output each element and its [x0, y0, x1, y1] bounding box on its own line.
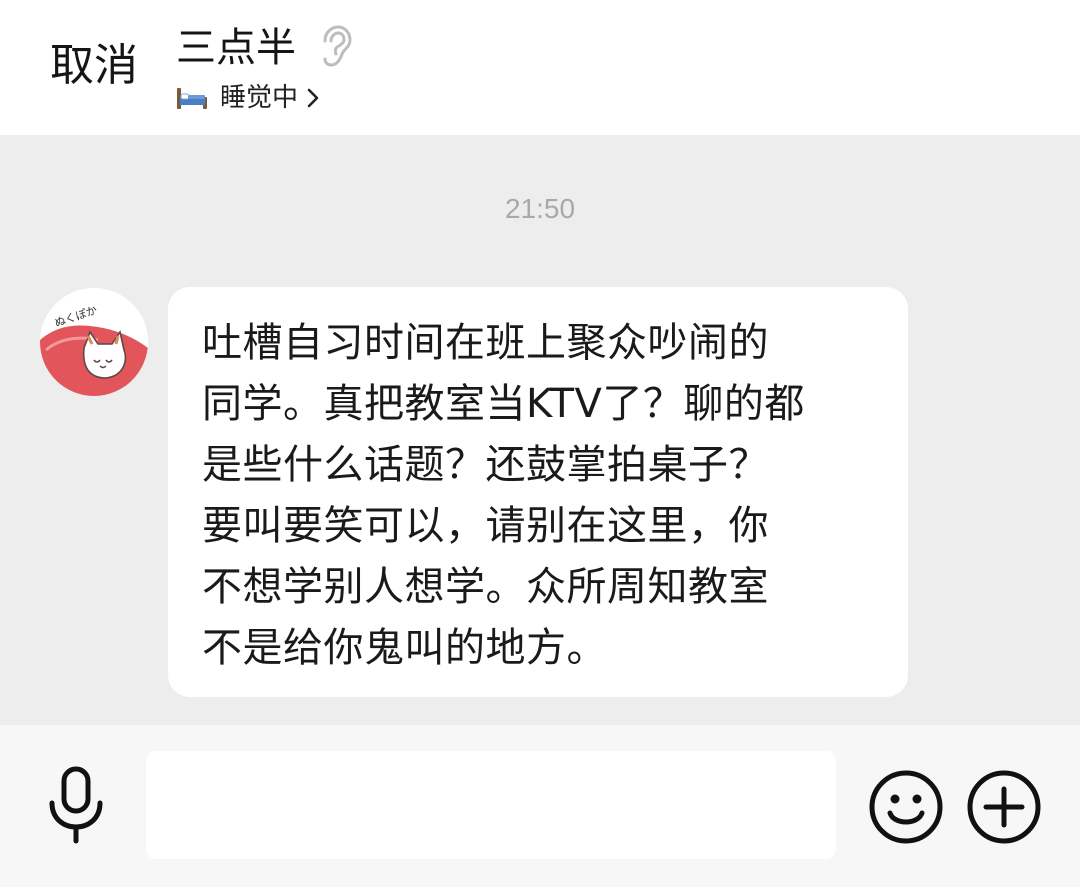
input-bar [0, 725, 1080, 887]
bed-icon [177, 88, 207, 109]
message-line: 不是给你鬼叫的地方。 [202, 625, 607, 671]
chat-header: 取消 三点半 睡觉中 [0, 0, 1080, 135]
contact-avatar[interactable]: ぬくぽか [40, 288, 148, 396]
contact-name: 三点半 [176, 25, 296, 71]
ear-icon [323, 25, 352, 67]
message-text: 吐槽自习时间在班上聚众吵闹的 同学。真把教室当KTV了？聊的都 是些什么话题？还… [202, 313, 862, 679]
message-line: 不想学别人想学。众所周知教室 [202, 564, 769, 610]
microphone-icon[interactable] [40, 765, 112, 845]
message-timestamp: 21:50 [504, 193, 576, 224]
message-bubble[interactable]: 吐槽自习时间在班上聚众吵闹的 同学。真把教室当KTV了？聊的都 是些什么话题？还… [168, 287, 908, 697]
chevron-right-icon [307, 88, 319, 108]
cat-sticker-avatar: ぬくぽか [40, 288, 148, 396]
smiley-icon[interactable] [868, 769, 944, 845]
message-line: 吐槽自习时间在班上聚众吵闹的 [202, 320, 769, 366]
message-line: 是些什么话题？还鼓掌拍桌子？ [202, 442, 769, 488]
chat-screen: 取消 三点半 睡觉中 21:50 ぬくぽか 吐槽自习时间在班上聚众吵闹的 同学。… [0, 0, 1080, 887]
message-list[interactable]: 21:50 ぬくぽか 吐槽自习时间在班上聚众吵闹的 同学。真把教室当KTV了？聊… [0, 135, 1080, 725]
cancel-button[interactable]: 取消 [50, 38, 138, 94]
status-text: 睡觉中 [220, 83, 299, 113]
contact-title: 三点半 [176, 22, 353, 74]
plus-circle-icon[interactable] [966, 769, 1042, 845]
message-line: 同学。真把教室当KTV了？聊的都 [202, 381, 805, 427]
contact-status[interactable]: 睡觉中 [176, 80, 320, 116]
message-line: 要叫要笑可以，请别在这里，你 [202, 503, 769, 549]
message-input[interactable] [146, 751, 836, 859]
